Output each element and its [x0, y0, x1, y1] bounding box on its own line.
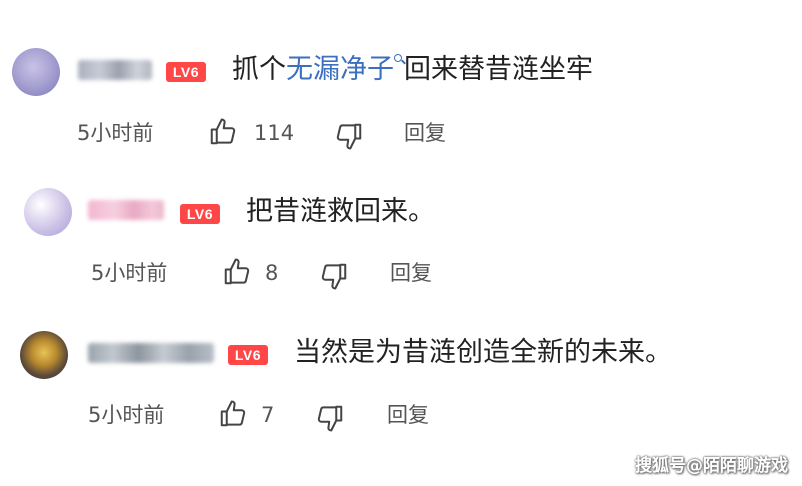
thumbs-up-icon[interactable]	[222, 257, 252, 287]
comment-text: 抓个无漏净子 回来替昔涟坐牢	[232, 52, 593, 88]
avatar[interactable]	[20, 331, 68, 379]
username[interactable]	[88, 343, 214, 363]
search-icon[interactable]	[394, 54, 404, 68]
username[interactable]	[78, 60, 152, 80]
comment-text: 把昔涟救回来。	[246, 196, 435, 227]
comment-text: 当然是为昔涟创造全新的未来。	[294, 337, 672, 368]
avatar[interactable]	[24, 188, 72, 236]
search-keyword-link[interactable]: 无漏净子	[286, 54, 394, 85]
reply-button[interactable]: 回复	[387, 401, 429, 429]
timestamp: 5小时前	[88, 403, 165, 427]
thumbs-up-icon[interactable]	[218, 399, 248, 429]
timestamp: 5小时前	[91, 261, 168, 285]
comment-item: LV6 把昔涟救回来。 5小时前 8 回复	[0, 140, 802, 290]
level-badge: LV6	[180, 204, 220, 224]
level-badge: LV6	[166, 62, 206, 82]
watermark: 搜狐号@陌陌聊游戏	[635, 456, 788, 476]
thumbs-down-icon[interactable]	[315, 403, 345, 433]
avatar[interactable]	[12, 48, 60, 96]
like-count: 7	[261, 403, 275, 427]
level-badge: LV6	[228, 345, 268, 365]
reply-button[interactable]: 回复	[390, 259, 432, 287]
comment-text-pre: 抓个	[232, 54, 286, 85]
comment-item: LV6 当然是为昔涟创造全新的未来。 5小时前 7 回复	[0, 285, 802, 432]
like-count: 8	[265, 261, 279, 285]
comment-item: LV6 抓个无漏净子 回来替昔涟坐牢 5小时前 114 回复	[0, 0, 802, 150]
username[interactable]	[88, 200, 164, 220]
comment-text-post: 回来替昔涟坐牢	[404, 54, 593, 85]
